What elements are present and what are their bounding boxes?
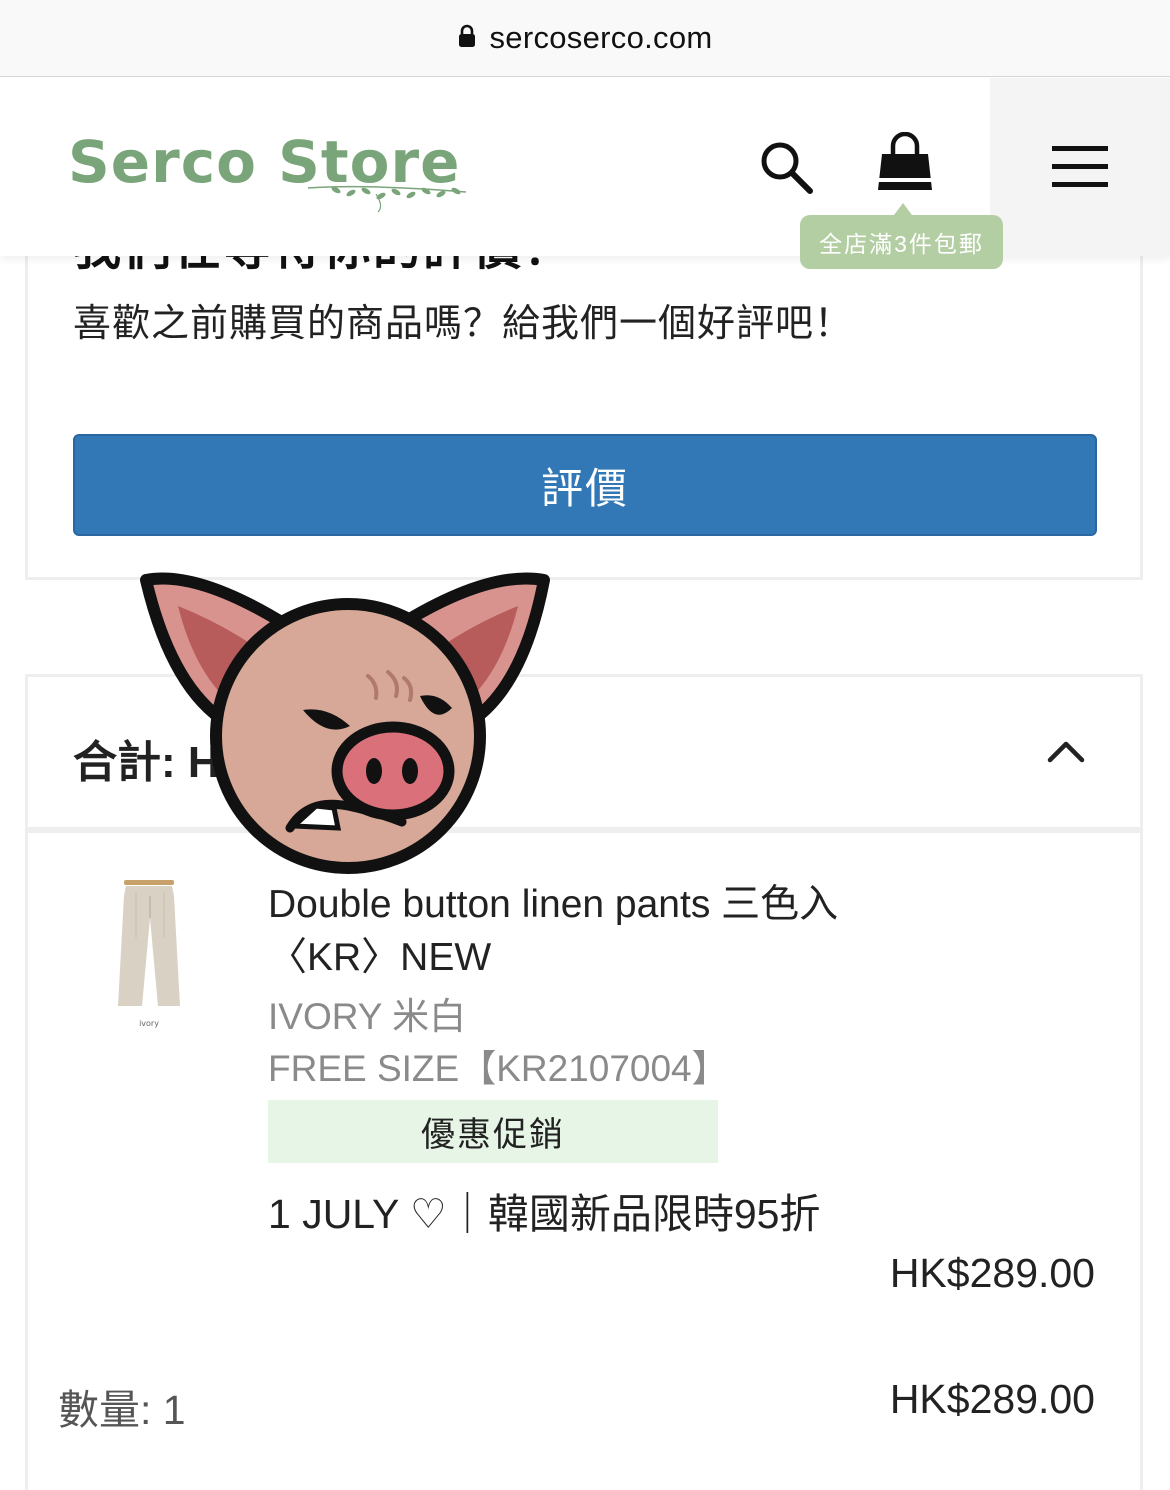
url-text[interactable]: sercoserco.com — [490, 20, 713, 56]
tooltip-arrow — [894, 203, 912, 215]
review-button[interactable]: 評價 — [73, 434, 1097, 536]
store-logo[interactable]: Serco Store — [68, 128, 468, 218]
product-name[interactable]: Double button linen pants 三色入〈KR〉NEW — [268, 878, 948, 984]
hamburger-menu-icon[interactable] — [1052, 144, 1108, 190]
product-variant-color: IVORY 米白 — [268, 996, 467, 1037]
angry-pig-sticker — [140, 572, 550, 874]
free-shipping-tooltip: 全店滿3件包郵 — [800, 215, 1003, 269]
menu-button[interactable] — [990, 78, 1170, 256]
quantity-label: 數量: 1 — [58, 1387, 186, 1433]
vine-decoration-icon — [307, 185, 467, 213]
thumbnail-caption: ivory — [139, 1019, 159, 1028]
review-subtitle: 喜歡之前購買的商品嗎？給我們一個好評吧！ — [73, 303, 854, 345]
browser-url-bar[interactable]: sercoserco.com — [0, 0, 1170, 77]
lock-icon — [458, 24, 475, 47]
shopping-bag-icon[interactable] — [874, 132, 936, 194]
unit-price: HK$289.00 — [889, 1250, 1095, 1296]
promo-description: 1 JULY ♡｜韓國新品限時95折 — [268, 1191, 821, 1237]
line-total-price: HK$289.00 — [889, 1376, 1095, 1422]
product-thumbnail[interactable]: ivory — [110, 878, 190, 1033]
search-icon[interactable] — [757, 138, 815, 196]
chevron-up-icon[interactable] — [1044, 734, 1088, 768]
product-variant-size: FREE SIZE【KR2107004】 — [268, 1048, 729, 1089]
promo-badge: 優惠促銷 — [268, 1100, 718, 1163]
